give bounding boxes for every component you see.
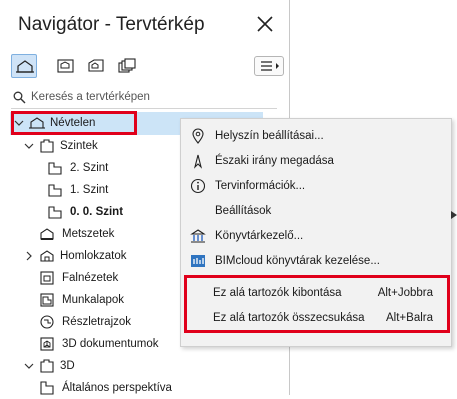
tree-label-elevations: Homlokzatok: [60, 250, 127, 262]
menu-item-library-manager[interactable]: Könyvtárkezelő...: [181, 224, 451, 248]
worksheet-icon: [38, 292, 56, 308]
menu-item-location-settings[interactable]: Helyszín beállításai...: [181, 124, 451, 148]
project-map-tab[interactable]: [11, 54, 37, 78]
tree-label-story-1: 1. Szint: [70, 184, 109, 196]
menu-label-bimcloud-libraries: BIMcloud könyvtárak kezelése...: [215, 255, 380, 267]
menu-item-bimcloud-libraries[interactable]: BIMcloud könyvtárak kezelése...: [181, 249, 451, 273]
highlight-box-root: [11, 111, 137, 135]
tree-label-story-0: 0. 0. Szint: [70, 206, 124, 218]
3d-document-icon: [38, 336, 56, 352]
compass-icon: [193, 154, 203, 169]
menu-label-library-manager: Könyvtárkezelő...: [215, 230, 304, 242]
layout-book-tab[interactable]: [84, 54, 110, 78]
section-icon: [38, 226, 56, 242]
menu-item-project-info[interactable]: Tervinformációk...: [181, 174, 451, 198]
location-pin-icon: [192, 128, 204, 144]
tree-label-story-2: 2. Szint: [70, 162, 109, 174]
search-icon: [13, 91, 26, 104]
menu-item-settings[interactable]: Beállítások: [181, 199, 457, 223]
panel-title: Navigátor - Tervtérkép: [18, 14, 205, 35]
publisher-sets-tab[interactable]: [114, 54, 140, 78]
interior-elevation-icon: [38, 270, 56, 286]
menu-label-settings: Beállítások: [215, 205, 272, 217]
library-icon: [190, 229, 206, 243]
tree-label-stories: Szintek: [60, 140, 98, 152]
tree-item-generic-perspective[interactable]: Általános perspektíva: [38, 377, 258, 399]
tree-label-sections: Metszetek: [62, 228, 115, 240]
perspective-icon: [38, 380, 56, 396]
detail-icon: [38, 314, 56, 330]
options-menu-button[interactable]: [254, 56, 284, 76]
elevation-icon: [38, 248, 56, 264]
chevron-down-icon[interactable]: [24, 355, 34, 377]
tree-label-details: Részletrajzok: [62, 316, 132, 328]
3d-folder-icon: [38, 358, 56, 374]
menu-label-north-direction: Északi irány megadása: [215, 155, 334, 167]
view-map-tab[interactable]: [53, 54, 79, 78]
tree-item-3d[interactable]: 3D: [22, 355, 262, 377]
story-icon: [46, 182, 64, 198]
menu-label-location-settings: Helyszín beállításai...: [215, 130, 324, 142]
tree-label-3d-documents: 3D dokumentumok: [62, 338, 159, 350]
story-icon: [46, 160, 64, 176]
chevron-down-icon[interactable]: [24, 135, 34, 157]
bimcloud-library-icon: [191, 255, 205, 267]
chevron-right-icon[interactable]: [24, 245, 34, 267]
tree-label-3d: 3D: [60, 360, 75, 372]
highlight-box-expand-collapse: [184, 275, 450, 333]
search-field[interactable]: Keresés a tervtérképen: [11, 88, 277, 109]
close-icon[interactable]: [255, 14, 275, 34]
tree-label-worksheets: Munkalapok: [62, 294, 125, 306]
menu-item-north-direction[interactable]: Északi irány megadása: [181, 149, 451, 173]
stories-icon: [38, 138, 56, 154]
story-icon: [46, 204, 64, 220]
info-icon: [190, 178, 206, 194]
menu-label-project-info: Tervinformációk...: [215, 180, 306, 192]
tree-label-generic-perspective: Általános perspektíva: [62, 382, 172, 394]
search-placeholder: Keresés a tervtérképen: [31, 91, 150, 103]
tree-label-interior-elevations: Falnézetek: [62, 272, 119, 284]
